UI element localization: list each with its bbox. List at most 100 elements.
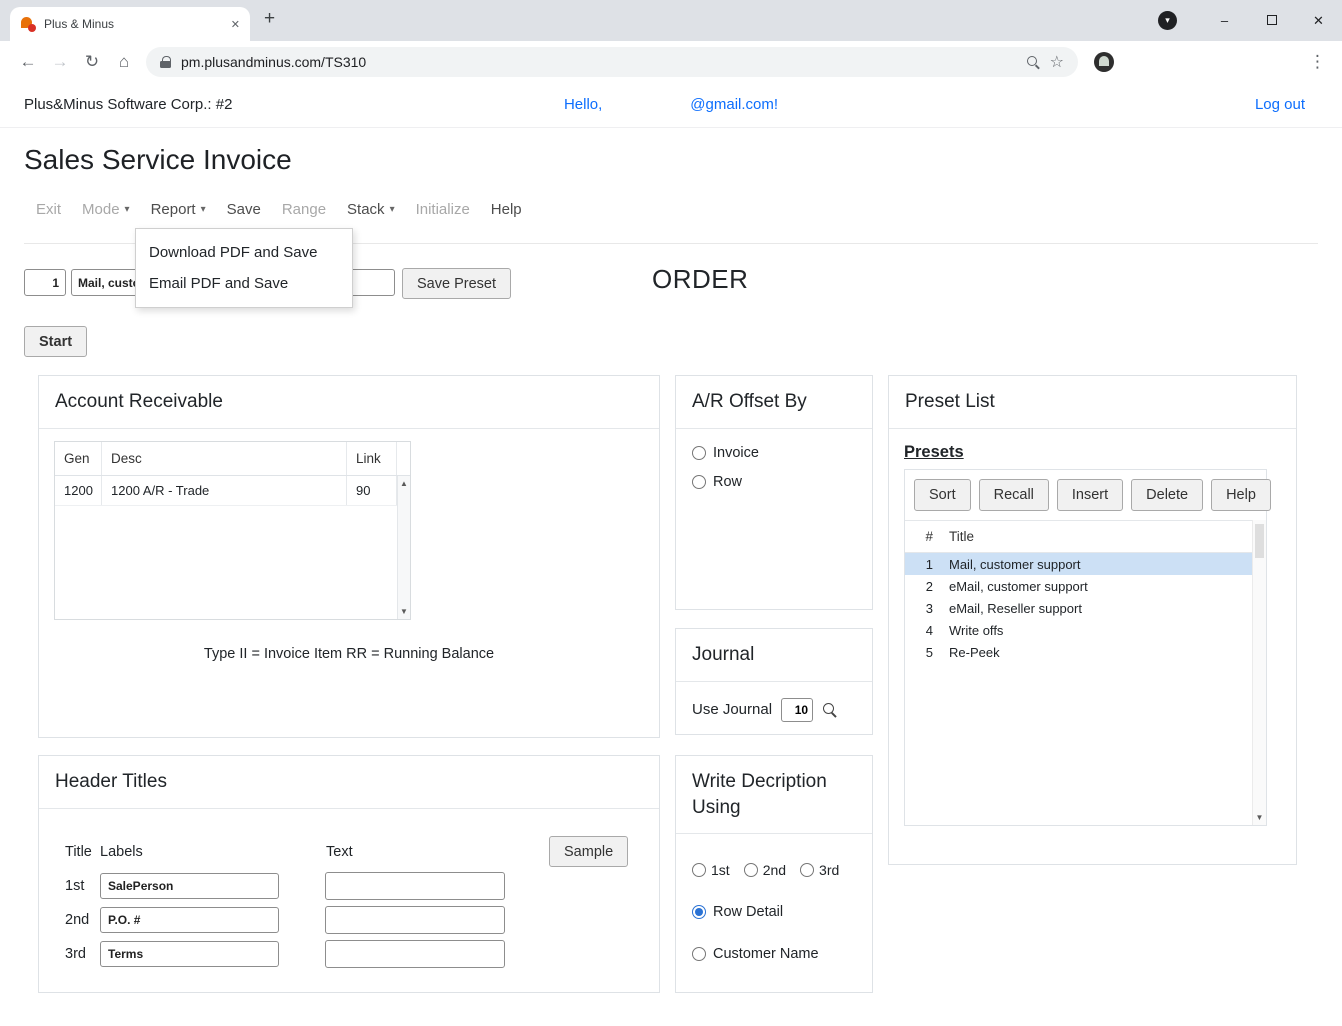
- browser-tab[interactable]: Plus & Minus ✕: [10, 7, 250, 41]
- column-label-text: Text: [326, 844, 353, 860]
- preset-row[interactable]: 2 eMail, customer support: [905, 575, 1252, 597]
- panel-title: Preset List: [889, 376, 1296, 429]
- order-label: ORDER: [652, 264, 748, 295]
- browser-profile-icon[interactable]: ▾: [1158, 11, 1177, 30]
- menu-item-help[interactable]: Help: [491, 201, 522, 218]
- account-receivable-panel: Account Receivable Gen Desc Link 1200 12…: [38, 375, 660, 738]
- reload-icon[interactable]: ↻: [76, 52, 108, 72]
- zoom-icon[interactable]: [1026, 55, 1040, 69]
- menu-item-mode[interactable]: Mode▾: [82, 201, 130, 218]
- panel-title: Journal: [676, 629, 872, 682]
- logout-link[interactable]: Log out: [1255, 82, 1305, 127]
- journal-panel: Journal Use Journal: [675, 628, 873, 735]
- header-titles-panel: Header Titles Title Labels Text Sample 1…: [38, 755, 660, 993]
- preset-row[interactable]: 5 Re-Peek: [905, 641, 1252, 663]
- delete-button[interactable]: Delete: [1131, 479, 1203, 511]
- label-input-1st[interactable]: [100, 873, 279, 899]
- table-row[interactable]: 1200 1200 A/R - Trade 90: [55, 476, 397, 506]
- back-icon[interactable]: ←: [12, 52, 44, 72]
- use-journal-label: Use Journal: [692, 701, 772, 718]
- scroll-up-icon[interactable]: ▲: [398, 479, 410, 488]
- maximize-icon: [1267, 15, 1277, 25]
- radio-icon: [744, 863, 758, 877]
- scroll-down-icon[interactable]: ▼: [398, 607, 410, 616]
- table-note: Type II = Invoice Item RR = Running Bala…: [39, 646, 659, 662]
- radio-icon: [692, 947, 706, 961]
- url-field[interactable]: pm.plusandminus.com/TS310 ☆: [146, 47, 1078, 77]
- header-title-row: 2nd: [65, 906, 505, 934]
- page-title: Sales Service Invoice: [24, 144, 292, 176]
- radio-invoice[interactable]: Invoice: [692, 445, 856, 461]
- menu-item-stack[interactable]: Stack▾: [347, 201, 395, 218]
- table-header-row: # Title: [905, 521, 1252, 553]
- scrollbar-thumb[interactable]: [1255, 524, 1264, 558]
- scroll-down-icon[interactable]: ▼: [1253, 813, 1266, 822]
- home-icon[interactable]: ⌂: [108, 52, 140, 72]
- radio-customer-name[interactable]: Customer Name: [692, 946, 856, 962]
- bookmark-star-icon[interactable]: ☆: [1050, 52, 1064, 72]
- menu-item-exit[interactable]: Exit: [36, 201, 61, 218]
- radio-3rd[interactable]: 3rd: [800, 862, 839, 878]
- menu-item-download-pdf[interactable]: Download PDF and Save: [136, 237, 352, 268]
- url-text: pm.plusandminus.com/TS310: [181, 54, 1016, 70]
- ar-offset-panel: A/R Offset By Invoice Row: [675, 375, 873, 610]
- menu-item-report[interactable]: Report▾: [151, 201, 206, 218]
- radio-icon: [800, 863, 814, 877]
- insert-button[interactable]: Insert: [1057, 479, 1123, 511]
- save-preset-button[interactable]: Save Preset: [402, 268, 511, 299]
- sort-button[interactable]: Sort: [914, 479, 971, 511]
- radio-icon: [692, 446, 706, 460]
- extension-icon[interactable]: [1094, 52, 1114, 72]
- close-button[interactable]: ✕: [1295, 13, 1342, 29]
- chevron-down-icon: ▾: [201, 204, 206, 215]
- presets-toolbar: Sort Recall Insert Delete Help: [905, 470, 1266, 520]
- presets-link[interactable]: Presets: [904, 443, 964, 462]
- radio-2nd[interactable]: 2nd: [744, 862, 786, 878]
- scrollbar[interactable]: ▼: [1252, 520, 1266, 825]
- radio-row[interactable]: Row: [692, 474, 856, 490]
- text-input-2nd[interactable]: [325, 906, 505, 934]
- header-title-row: 1st: [65, 872, 505, 900]
- lock-icon: [160, 56, 171, 68]
- preset-row[interactable]: 3 eMail, Reseller support: [905, 597, 1252, 619]
- help-button[interactable]: Help: [1211, 479, 1271, 511]
- address-bar: ← → ↻ ⌂ pm.plusandminus.com/TS310 ☆ ⋮: [0, 41, 1342, 82]
- new-tab-button[interactable]: +: [264, 8, 275, 30]
- report-dropdown-menu: Download PDF and Save Email PDF and Save: [135, 228, 353, 308]
- tab-title: Plus & Minus: [44, 17, 223, 31]
- site-favicon-icon: [20, 16, 36, 32]
- menu-bar: Exit Mode▾ Report▾ Save Range Stack▾ Ini…: [36, 201, 522, 218]
- scrollbar[interactable]: ▲ ▼: [397, 476, 410, 619]
- label-input-3rd[interactable]: [100, 941, 279, 967]
- preset-number-input[interactable]: [24, 269, 66, 296]
- forward-icon: →: [44, 52, 76, 72]
- radio-1st[interactable]: 1st: [692, 862, 730, 878]
- sample-button[interactable]: Sample: [549, 836, 628, 867]
- label-input-2nd[interactable]: [100, 907, 279, 933]
- panel-title: Write Decription Using: [676, 756, 872, 834]
- menu-item-initialize[interactable]: Initialize: [416, 201, 470, 218]
- menu-item-range[interactable]: Range: [282, 201, 326, 218]
- text-input-1st[interactable]: [325, 872, 505, 900]
- presets-box: Sort Recall Insert Delete Help # Title 1…: [904, 469, 1267, 826]
- maximize-button[interactable]: [1248, 13, 1295, 28]
- recall-button[interactable]: Recall: [979, 479, 1049, 511]
- radio-icon: [692, 863, 706, 877]
- chevron-down-icon: ▾: [390, 204, 395, 215]
- tab-close-icon[interactable]: ✕: [231, 18, 240, 31]
- presets-table: # Title 1 Mail, customer support 2 eMail…: [905, 520, 1266, 663]
- panel-title: Account Receivable: [39, 376, 659, 429]
- search-icon[interactable]: [822, 702, 837, 717]
- minimize-button[interactable]: –: [1201, 13, 1248, 28]
- radio-row-detail[interactable]: Row Detail: [692, 904, 856, 920]
- panel-title: Header Titles: [39, 756, 659, 809]
- menu-item-email-pdf[interactable]: Email PDF and Save: [136, 268, 352, 299]
- menu-item-save[interactable]: Save: [227, 201, 261, 218]
- preset-row[interactable]: 4 Write offs: [905, 619, 1252, 641]
- journal-number-input[interactable]: [781, 698, 813, 722]
- text-input-3rd[interactable]: [325, 940, 505, 968]
- start-button[interactable]: Start: [24, 326, 87, 357]
- preset-row[interactable]: 1 Mail, customer support: [905, 553, 1252, 575]
- browser-menu-icon[interactable]: ⋮: [1309, 52, 1326, 72]
- browser-tab-bar: Plus & Minus ✕ + ▾ – ✕: [0, 0, 1342, 41]
